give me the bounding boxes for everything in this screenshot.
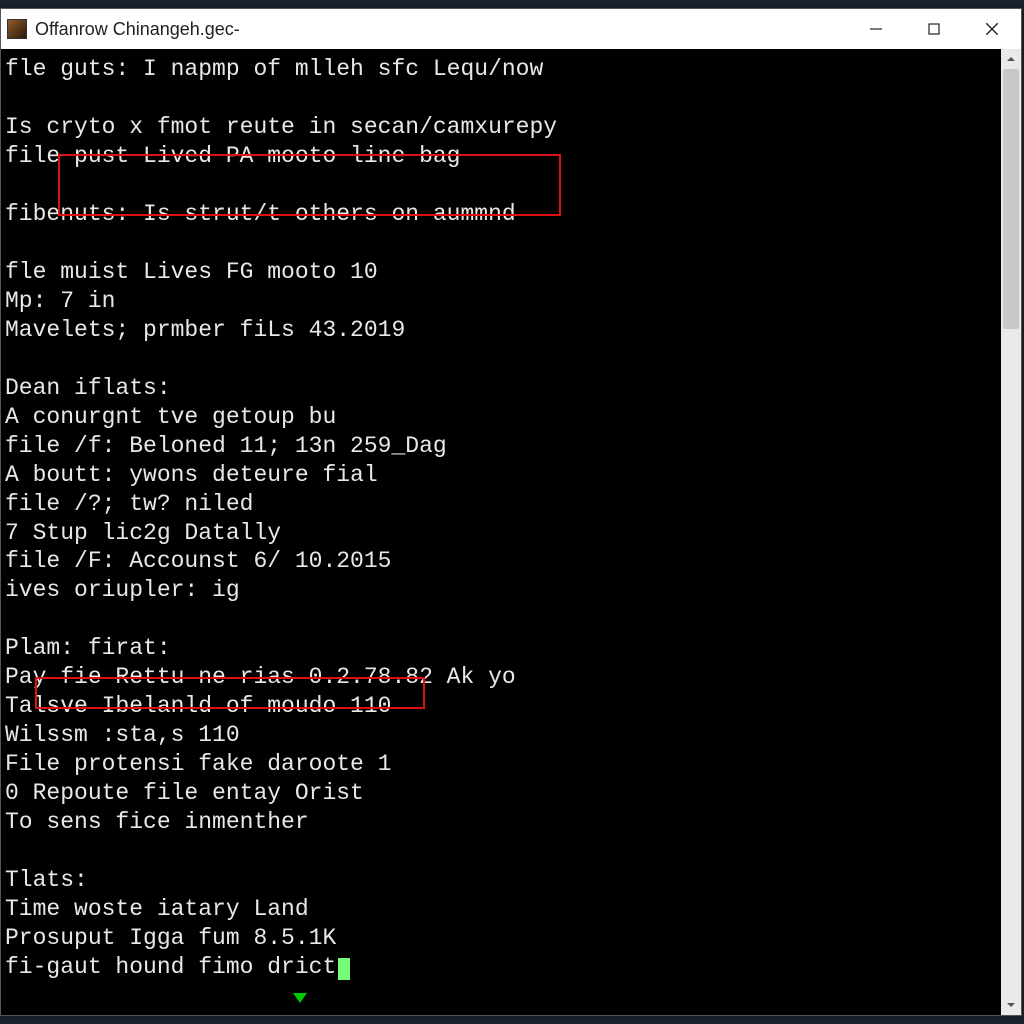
app-window: Offanrow Chinangeh.gec- fle guts: I napm… bbox=[0, 8, 1022, 1016]
terminal-line: A boutt: ywons deteure fial bbox=[5, 461, 997, 490]
terminal-line: 7 Stup lic2g Datally bbox=[5, 519, 997, 548]
scrollbar-thumb[interactable] bbox=[1003, 69, 1019, 329]
scroll-up-button[interactable] bbox=[1001, 49, 1021, 69]
terminal-line: A conurgnt tve getoup bu bbox=[5, 403, 997, 432]
titlebar[interactable]: Offanrow Chinangeh.gec- bbox=[1, 9, 1021, 49]
minimize-button[interactable] bbox=[847, 9, 905, 49]
terminal-line: Prosuput Igga fum 8.5.1K bbox=[5, 924, 997, 953]
terminal-line: Tlats: bbox=[5, 866, 997, 895]
chevron-down-icon bbox=[1006, 1000, 1016, 1010]
terminal-line: Dean iflats: bbox=[5, 374, 997, 403]
terminal-output[interactable]: fle guts: I napmp of mlleh sfc Lequ/now … bbox=[1, 49, 1001, 1015]
terminal-line: file /f: Beloned 11; 13n 259_Dag bbox=[5, 432, 997, 461]
close-button[interactable] bbox=[963, 9, 1021, 49]
terminal-line bbox=[5, 605, 997, 634]
terminal-line: 0 Repoute file entay Orist bbox=[5, 779, 997, 808]
maximize-icon bbox=[927, 22, 941, 36]
terminal-line: fle muist Lives FG mooto 10 bbox=[5, 258, 997, 287]
terminal-line: Talsve Ibelanld of moudo 110 bbox=[5, 692, 997, 721]
terminal-line: fibenuts: Is strut/t others on aummnd bbox=[5, 200, 997, 229]
vertical-scrollbar[interactable] bbox=[1001, 49, 1021, 1015]
terminal-line: Is cryto x fmot reute in secan/camxurepy bbox=[5, 113, 997, 142]
terminal-line: Wilssm :sta,s 110 bbox=[5, 721, 997, 750]
caret-indicator-icon bbox=[293, 993, 307, 1003]
close-icon bbox=[984, 21, 1000, 37]
window-controls bbox=[847, 9, 1021, 49]
terminal-line: Time woste iatary Land bbox=[5, 895, 997, 924]
terminal-cursor bbox=[338, 958, 350, 980]
terminal-line bbox=[5, 229, 997, 258]
terminal-line: file /?; tw? niled bbox=[5, 490, 997, 519]
chevron-up-icon bbox=[1006, 54, 1016, 64]
terminal-line: File protensi fake daroote 1 bbox=[5, 750, 997, 779]
terminal-line: fi-gaut hound fimo drict bbox=[5, 953, 997, 982]
terminal-line: Mavelets; prmber fiLs 43.2019 bbox=[5, 316, 997, 345]
terminal-line bbox=[5, 171, 997, 200]
scrollbar-track[interactable] bbox=[1001, 69, 1021, 995]
app-icon bbox=[7, 19, 27, 39]
terminal-line: Plam: firat: bbox=[5, 634, 997, 663]
minimize-icon bbox=[869, 22, 883, 36]
scroll-down-button[interactable] bbox=[1001, 995, 1021, 1015]
window-title: Offanrow Chinangeh.gec- bbox=[35, 19, 847, 40]
maximize-button[interactable] bbox=[905, 9, 963, 49]
terminal-line bbox=[5, 84, 997, 113]
terminal-line: ives oriupler: ig bbox=[5, 576, 997, 605]
terminal-line: Mp: 7 in bbox=[5, 287, 997, 316]
client-area: fle guts: I napmp of mlleh sfc Lequ/now … bbox=[1, 49, 1021, 1015]
terminal-line: Pay fie Rettu ne rias 0.2.78.82 Ak yo bbox=[5, 663, 997, 692]
terminal-line: fle guts: I napmp of mlleh sfc Lequ/now bbox=[5, 55, 997, 84]
terminal-line: file pust Lived PA mooto line bag bbox=[5, 142, 997, 171]
terminal-line bbox=[5, 837, 997, 866]
terminal-line: To sens fice inmenther bbox=[5, 808, 997, 837]
terminal-line: file /F: Accounst 6/ 10.2015 bbox=[5, 547, 997, 576]
terminal-line bbox=[5, 345, 997, 374]
